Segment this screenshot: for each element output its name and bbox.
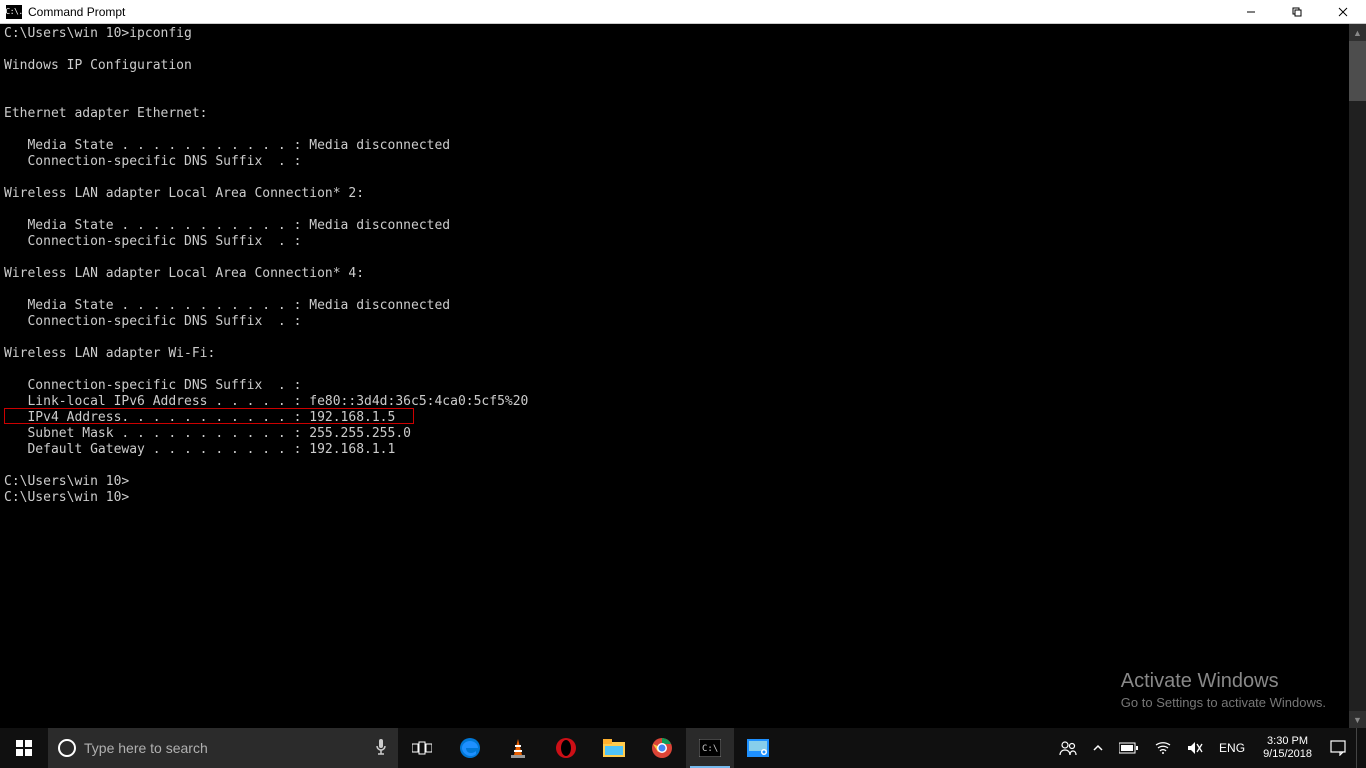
- clock[interactable]: 3:30 PM 9/15/2018: [1255, 735, 1320, 761]
- command-prompt-window: C:\. Command Prompt C:\Users\win 10>ipco…: [0, 0, 1366, 728]
- ipv4-highlight-box: [4, 408, 414, 424]
- clock-time: 3:30 PM: [1263, 735, 1312, 748]
- close-button[interactable]: [1320, 0, 1366, 23]
- opera-icon[interactable]: [542, 728, 590, 768]
- language-indicator[interactable]: ENG: [1213, 728, 1251, 768]
- clock-date: 9/15/2018: [1263, 748, 1312, 761]
- minimize-button[interactable]: [1228, 0, 1274, 23]
- taskbar[interactable]: Type here to search C:\ ENG 3:30 PM 9/15…: [0, 728, 1366, 768]
- titlebar[interactable]: C:\. Command Prompt: [0, 0, 1366, 24]
- task-view-button[interactable]: [398, 728, 446, 768]
- search-placeholder: Type here to search: [84, 740, 366, 756]
- scroll-track[interactable]: [1349, 101, 1366, 711]
- start-button[interactable]: [0, 728, 48, 768]
- control-panel-icon[interactable]: [734, 728, 782, 768]
- scroll-up-button[interactable]: ▲: [1349, 24, 1366, 41]
- activate-windows-watermark: Activate Windows Go to Settings to activ…: [1121, 670, 1326, 710]
- chrome-icon[interactable]: [638, 728, 686, 768]
- cmd-taskbar-icon[interactable]: C:\: [686, 728, 734, 768]
- vertical-scrollbar[interactable]: ▲ ▼: [1349, 24, 1366, 728]
- file-explorer-icon[interactable]: [590, 728, 638, 768]
- scroll-down-button[interactable]: ▼: [1349, 711, 1366, 728]
- search-box[interactable]: Type here to search: [48, 728, 398, 768]
- tray-overflow-icon[interactable]: [1087, 728, 1109, 768]
- cmd-icon: C:\.: [6, 5, 22, 19]
- watermark-subtitle: Go to Settings to activate Windows.: [1121, 695, 1326, 710]
- mic-icon[interactable]: [374, 738, 388, 759]
- wifi-icon[interactable]: [1149, 728, 1177, 768]
- window-title: Command Prompt: [28, 5, 125, 19]
- show-desktop-button[interactable]: [1356, 728, 1362, 768]
- scroll-thumb[interactable]: [1349, 41, 1366, 101]
- action-center-icon[interactable]: [1324, 728, 1352, 768]
- maximize-button[interactable]: [1274, 0, 1320, 23]
- vlc-icon[interactable]: [494, 728, 542, 768]
- cortana-icon: [58, 739, 76, 757]
- watermark-title: Activate Windows: [1121, 670, 1326, 693]
- svg-text:C:\: C:\: [702, 744, 718, 754]
- edge-browser-icon[interactable]: [446, 728, 494, 768]
- terminal-output[interactable]: C:\Users\win 10>ipconfig Windows IP Conf…: [0, 24, 1349, 728]
- people-icon[interactable]: [1053, 728, 1083, 768]
- volume-icon[interactable]: [1181, 728, 1209, 768]
- battery-icon[interactable]: [1113, 728, 1145, 768]
